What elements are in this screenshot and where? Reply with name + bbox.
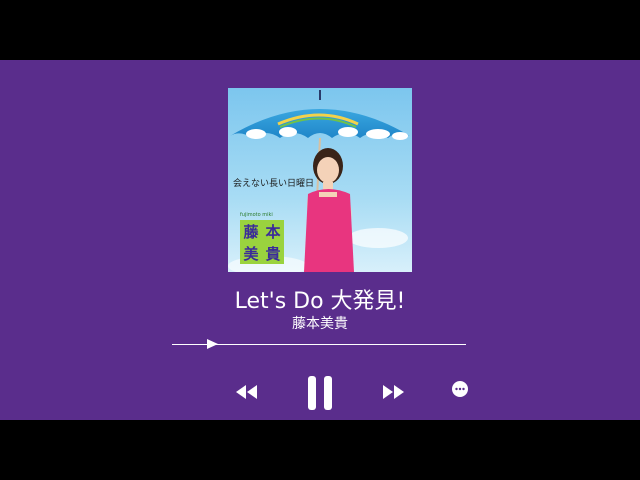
fast-forward-button[interactable]: [380, 382, 406, 402]
more-icon: [452, 381, 468, 397]
rewind-icon: [236, 385, 257, 399]
album-cover-char: 藤: [243, 222, 259, 241]
album-cover-char: 貴: [265, 244, 281, 263]
album-cover-char: 本: [265, 222, 281, 241]
rewind-button[interactable]: [234, 382, 260, 402]
letterbox-bottom: [0, 420, 640, 480]
album-cover-char: 美: [243, 244, 259, 263]
fast-forward-icon: [383, 385, 404, 399]
album-cover-subtitle: fujimoto miki: [240, 212, 273, 218]
music-player: 会えない長い日曜日 fujimoto miki 藤 本 美 貴 Let's Do…: [0, 60, 640, 420]
album-cover-artist-block: 藤 本 美 貴: [240, 220, 284, 264]
pause-icon: [308, 376, 332, 410]
album-cover: 会えない長い日曜日 fujimoto miki 藤 本 美 貴: [228, 88, 412, 272]
progress-thumb[interactable]: [207, 339, 219, 349]
letterbox-top: [0, 0, 640, 60]
song-title: Let's Do 大発見!: [234, 289, 406, 314]
pause-button[interactable]: [304, 374, 336, 412]
album-cover-title: 会えない長い日曜日: [233, 179, 315, 189]
more-button[interactable]: [451, 380, 469, 398]
song-artist: 藤本美貴: [292, 316, 348, 332]
